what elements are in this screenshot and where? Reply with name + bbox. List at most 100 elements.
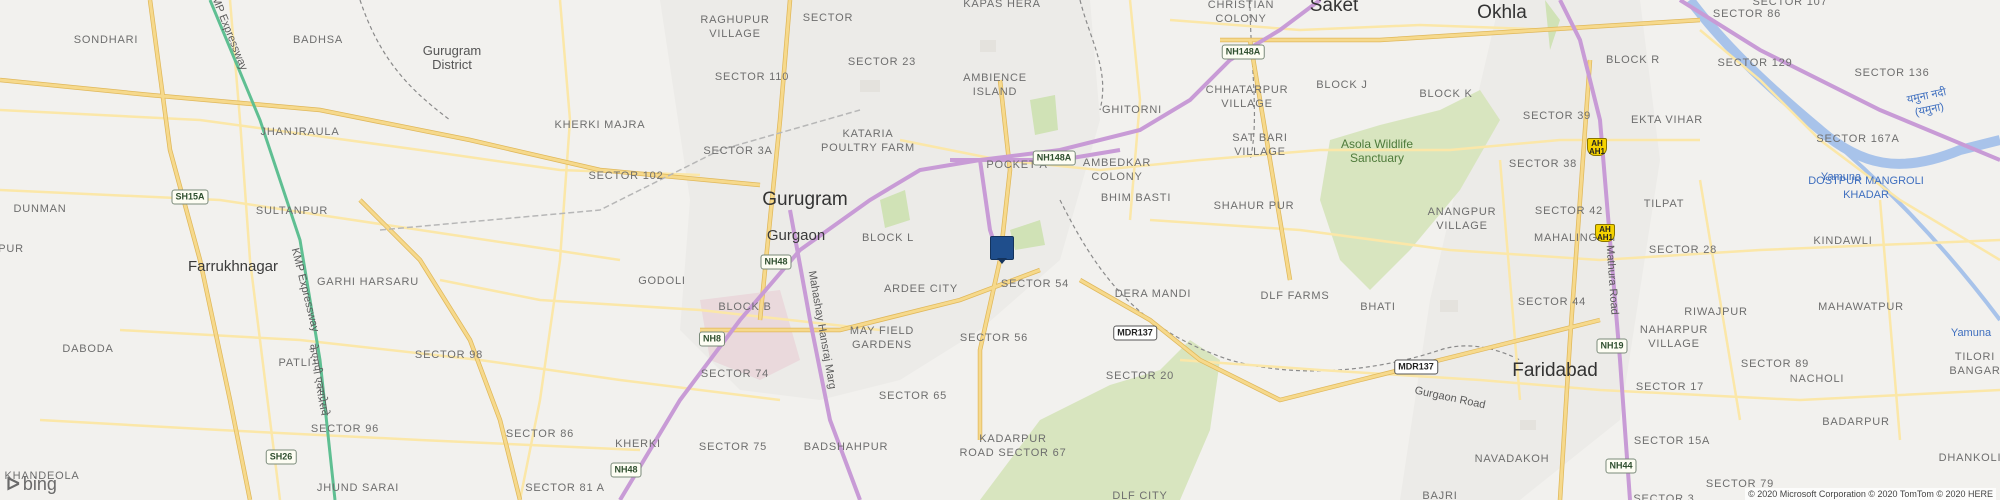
place-label: SECTOR 86 <box>505 428 575 440</box>
place-label: TILPAT <box>1643 198 1685 210</box>
place-label: RIWAJPUR <box>1684 306 1748 318</box>
place-label: PUR <box>0 243 24 255</box>
place-label: DABODA <box>62 343 114 355</box>
place-label: SECTOR 98 <box>414 349 484 361</box>
place-label: DLF CITY <box>1112 490 1168 500</box>
place-label: DERA MANDI <box>1114 288 1192 300</box>
asian-highway-shield: AH AH1 <box>1595 224 1615 242</box>
highway-shield: MDR137 <box>1113 325 1157 341</box>
city-label: Okhla <box>1477 2 1527 23</box>
place-label: KATARIA POULTRY FARM <box>821 128 915 154</box>
place-label: BLOCK K <box>1419 88 1473 100</box>
map-attribution: © 2020 Microsoft Corporation © 2020 TomT… <box>1745 488 1996 500</box>
place-label: SECTOR 20 <box>1105 370 1175 382</box>
place-label: SECTOR 167A <box>1816 133 1900 145</box>
place-label: BHIM BASTI <box>1100 192 1172 204</box>
city-label: Gurgaon <box>766 227 826 244</box>
place-label: SECTOR 75 <box>698 441 768 453</box>
place-label: SECTOR 44 <box>1517 296 1587 308</box>
location-pin-marker[interactable] <box>990 236 1014 264</box>
river-label: Yamuna <box>1950 327 1992 339</box>
bing-logo-text: bing <box>22 474 57 494</box>
highway-shield: NH19 <box>1596 338 1628 354</box>
highway-shield: NH48 <box>610 462 642 478</box>
place-label: KHERKI MAJRA <box>554 119 646 131</box>
place-label: DLF FARMS <box>1260 290 1330 302</box>
place-label: BAJRI <box>1422 490 1458 500</box>
place-label: KHERKI <box>615 438 661 450</box>
place-label: RAGHUPUR VILLAGE <box>700 14 770 40</box>
place-label: BADSHAHPUR <box>803 441 889 453</box>
place-label: BLOCK J <box>1316 79 1368 91</box>
place-label: SECTOR 3A <box>703 145 773 157</box>
place-label: BHATI <box>1360 301 1396 313</box>
place-label: NAVADAKOH <box>1474 453 1550 465</box>
place-label: SECTOR 38 <box>1508 158 1578 170</box>
place-label: SECTOR 86 <box>1712 8 1782 20</box>
place-label: ARDEE CITY <box>883 283 959 295</box>
city-label: Saket <box>1309 0 1359 16</box>
place-label: NACHOLI <box>1789 373 1845 385</box>
place-label: SECTOR <box>802 12 854 24</box>
place-label: SECTOR 74 <box>700 368 770 380</box>
map-canvas[interactable]: SONDHARI BADHSA RAGHUPUR VILLAGE SECTOR … <box>0 0 2000 500</box>
place-label: SECTOR 89 <box>1740 358 1810 370</box>
highway-shield: SH15A <box>171 189 209 205</box>
place-label: EKTA VIHAR <box>1631 114 1703 126</box>
place-label: SECTOR 28 <box>1648 244 1718 256</box>
place-label: GODOLI <box>638 275 686 287</box>
place-label: NAHARPUR VILLAGE <box>1639 324 1709 350</box>
place-label: SECTOR 17 <box>1635 381 1705 393</box>
highway-shield: NH48 <box>760 254 792 270</box>
city-label: Faridabad <box>1512 360 1598 381</box>
place-label: SECTOR 81 A <box>525 482 605 494</box>
place-label: KINDAWLI <box>1813 235 1873 247</box>
place-label: SECTOR 42 <box>1534 205 1604 217</box>
place-label: DUNMAN <box>13 203 67 215</box>
place-label: SECTOR 96 <box>310 423 380 435</box>
place-label: DOSTPUR MANGROLI KHADAR <box>1808 175 1924 201</box>
place-label: SULTANPUR <box>255 205 329 217</box>
place-label: SECTOR 102 <box>588 170 664 182</box>
place-label: SECTOR 54 <box>1000 278 1070 290</box>
city-label: Gurugram <box>762 189 848 210</box>
place-label: AMBIENCE ISLAND <box>963 72 1027 98</box>
place-label: AMBEDKAR COLONY <box>1082 157 1152 183</box>
highway-shield: MDR137 <box>1394 359 1438 375</box>
highway-shield: NH44 <box>1605 458 1637 474</box>
place-label: BLOCK R <box>1606 54 1660 66</box>
place-label: CHRISTIAN COLONY <box>1207 0 1275 25</box>
place-label: SECTOR 3 <box>1633 493 1695 500</box>
place-label: JHANJRAULA <box>260 126 340 138</box>
bing-logo[interactable]: ᐅ bing <box>6 474 57 495</box>
highway-shield: NH148A <box>1032 150 1076 166</box>
place-label: SECTOR 129 <box>1717 57 1793 69</box>
place-label: JHUND SARAI <box>316 482 400 494</box>
place-label: SECTOR 39 <box>1522 110 1592 122</box>
asian-highway-shield: AH AH1 <box>1587 138 1607 156</box>
place-label: SECTOR 136 <box>1854 67 1930 79</box>
place-label: SECTOR 23 <box>847 56 917 68</box>
place-label: SECTOR 65 <box>878 390 948 402</box>
place-label: GHITORNI <box>1102 104 1162 116</box>
place-label: BADHSA <box>292 34 344 46</box>
place-label: SHAHUR PUR <box>1213 200 1295 212</box>
highway-shield: NH8 <box>698 331 726 347</box>
place-label: SECTOR 15A <box>1633 435 1711 447</box>
bing-logo-icon: ᐅ <box>6 474 20 494</box>
place-label: BADARPUR <box>1822 416 1890 428</box>
place-label: BLOCK L <box>861 232 915 244</box>
place-label: KAPAS HERA <box>963 0 1041 10</box>
highway-shield: SH26 <box>265 449 297 465</box>
place-label: BLOCK B <box>718 301 772 313</box>
place-label: SECTOR 56 <box>959 332 1029 344</box>
place-label: ANANGPUR VILLAGE <box>1427 206 1497 232</box>
place-label: KADARPUR ROAD SECTOR 67 <box>959 433 1067 459</box>
place-label: SONDHARI <box>73 34 139 46</box>
place-label: MAY FIELD GARDENS <box>849 325 915 351</box>
place-label: DHANKOLI <box>1938 452 2000 464</box>
place-label: GARHI HARSARU <box>316 276 420 288</box>
place-label: CHHATARPUR VILLAGE <box>1205 84 1289 110</box>
city-label: Farrukhnagar <box>187 258 279 275</box>
place-label: SAT BARI VILLAGE <box>1232 132 1288 158</box>
